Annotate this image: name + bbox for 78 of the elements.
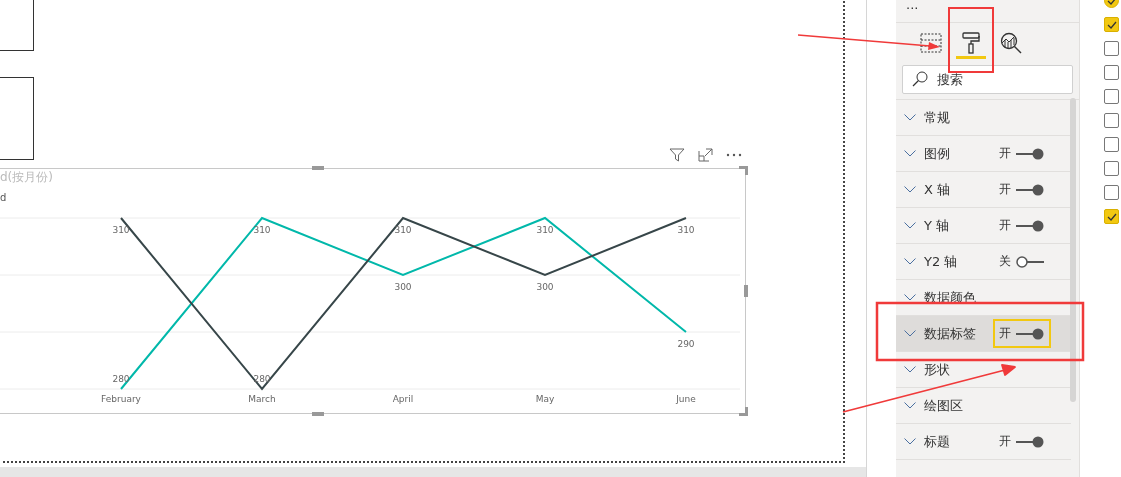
toggle-label: 开 — [999, 217, 1011, 234]
axis-label: May — [535, 394, 555, 404]
section-label: 绘图区 — [924, 396, 964, 415]
more-options-button[interactable]: ··· — [896, 0, 1079, 23]
format-section[interactable]: 标题 开 — [896, 424, 1071, 460]
toggle-label: 开 — [999, 145, 1011, 162]
format-section[interactable]: 数据标签 开 — [896, 316, 1071, 352]
chevron-down-icon — [904, 294, 916, 301]
section-label: 图例 — [924, 144, 951, 163]
section-label: X 轴 — [924, 180, 952, 199]
checkbox[interactable] — [1104, 17, 1119, 32]
data-label: 290 — [677, 339, 695, 349]
more-options-icon[interactable] — [726, 153, 742, 157]
resize-handle[interactable] — [312, 166, 324, 170]
chevron-down-icon — [904, 258, 916, 265]
chevron-down-icon — [904, 222, 916, 229]
toggle-switch[interactable] — [1015, 326, 1045, 341]
resize-handle[interactable] — [312, 412, 324, 416]
chevron-down-icon — [904, 150, 916, 157]
chevron-down-icon — [904, 366, 916, 373]
axis-label: April — [392, 394, 414, 404]
resize-handle[interactable] — [739, 407, 748, 416]
axis-label: March — [248, 394, 276, 404]
checkbox[interactable] — [1104, 89, 1119, 104]
data-label: 310 — [394, 225, 412, 235]
legend-label: d — [0, 192, 7, 203]
data-label: 310 — [112, 225, 130, 235]
scrollbar[interactable] — [1070, 98, 1076, 402]
checkbox[interactable] — [1104, 113, 1119, 128]
section-label: 数据标签 — [924, 324, 977, 343]
toggle-switch[interactable] — [1015, 254, 1045, 269]
toggle-label: 开 — [999, 433, 1011, 450]
annotation-box — [948, 7, 994, 73]
section-label: 常规 — [924, 108, 951, 127]
chart-title: d(按月份) — [0, 169, 53, 186]
checkbox[interactable] — [1104, 41, 1119, 56]
toggle-switch[interactable] — [1015, 218, 1045, 233]
filter-icon[interactable] — [669, 148, 685, 162]
section-label: Y2 轴 — [924, 252, 959, 271]
chevron-down-icon — [904, 186, 916, 193]
chevron-down-icon — [904, 402, 916, 409]
line-chart-visual[interactable]: d(按月份) d 280 310 300 310 290 310 280 310 300 310 February March April May June — [0, 168, 746, 414]
resize-handle[interactable] — [739, 166, 748, 175]
data-label: 280 — [112, 374, 130, 384]
visual-frame — [0, 0, 34, 51]
table-icon — [920, 32, 942, 53]
checkbox[interactable] — [1104, 209, 1119, 224]
section-label: 标题 — [924, 432, 951, 451]
toggle-switch[interactable] — [1015, 182, 1045, 197]
data-label: 310 — [253, 225, 271, 235]
toggle-label: 开 — [999, 181, 1011, 198]
resize-handle[interactable] — [744, 285, 748, 297]
axis-label: February — [101, 394, 141, 404]
section-label: 形状 — [924, 360, 951, 379]
section-label: Y 轴 — [924, 216, 951, 235]
search-icon — [912, 71, 928, 87]
pane-tab[interactable] — [956, 29, 986, 59]
data-label: 300 — [394, 282, 412, 292]
data-label: 310 — [677, 225, 695, 235]
focus-mode-icon[interactable] — [698, 148, 713, 162]
checkbox[interactable] — [1104, 161, 1119, 176]
checkbox[interactable] — [1104, 65, 1119, 80]
paint-roller-icon — [961, 31, 981, 54]
toggle-label: 开 — [999, 325, 1011, 342]
checkbox[interactable] — [1104, 137, 1119, 152]
data-label: 300 — [536, 282, 554, 292]
chevron-down-icon — [904, 114, 916, 121]
chevron-down-icon — [904, 330, 916, 337]
data-label: 310 — [536, 225, 554, 235]
toggle-switch[interactable] — [1015, 146, 1045, 161]
chevron-down-icon — [904, 438, 916, 445]
magnifier-chart-icon — [1000, 31, 1022, 54]
data-label: 280 — [253, 374, 271, 384]
toggle-label: 关 — [999, 253, 1011, 270]
toggle-switch[interactable] — [1015, 434, 1045, 449]
search-field[interactable]: 搜索 — [902, 65, 1073, 94]
checkbox[interactable] — [1104, 185, 1119, 200]
axis-label: June — [676, 394, 696, 404]
